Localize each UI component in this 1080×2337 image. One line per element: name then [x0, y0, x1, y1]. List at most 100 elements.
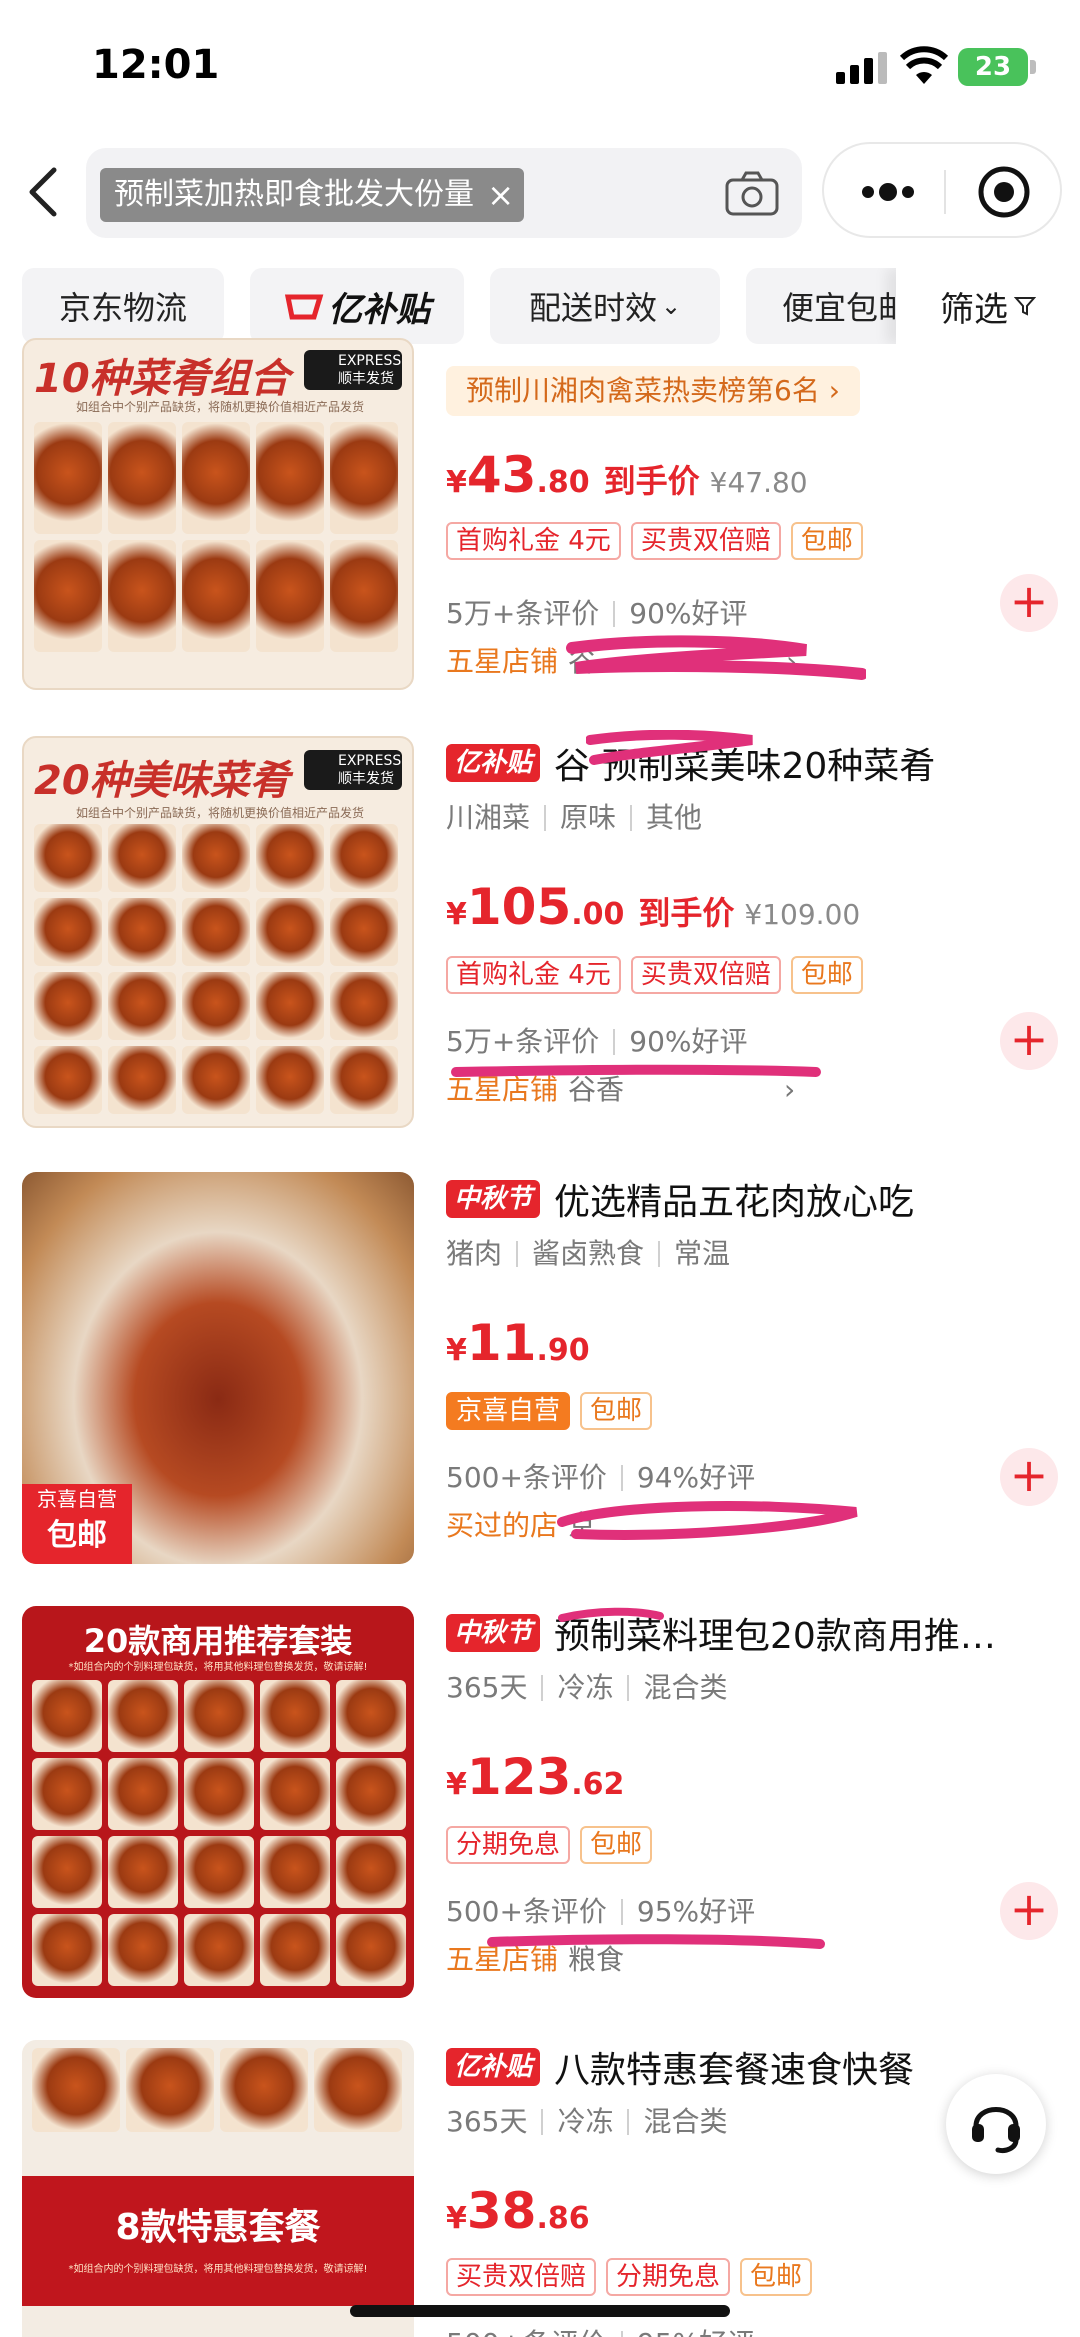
dish-image [330, 898, 398, 966]
final-price-label: 到手价 [603, 462, 700, 500]
dish-image [108, 898, 176, 966]
back-arrow-icon[interactable] [24, 164, 64, 220]
original-price: ¥109.00 [744, 898, 861, 931]
product-card[interactable]: 20种美味菜肴 EXPRESS 顺丰发货 如组合中个别产品缺货，将随机更换价值相… [0, 730, 1080, 1136]
product-thumbnail[interactable]: 20款商用推荐套装 *如组合内的个别料理包缺货，将用其他料理包替换发货，敬请谅解… [22, 1606, 414, 1998]
store-link[interactable]: 五星店铺 谷香 › [446, 1064, 821, 1108]
review-summary: 500+条评价 94%好评 [446, 1456, 755, 1496]
product-title: 中秋节 优选精品五花肉放心吃 [446, 1174, 1046, 1224]
battery-tip [1030, 60, 1036, 74]
redaction-scribble [586, 730, 753, 765]
price-decimal: .00 [571, 897, 625, 932]
review-count: 5万+条评价 [446, 597, 600, 630]
dish-image [108, 1046, 176, 1114]
battery-icon: 23 [958, 48, 1028, 86]
search-query-text: 预制菜加热即食批发大份量 [114, 177, 474, 212]
add-to-cart-button[interactable]: + [1000, 1882, 1058, 1940]
dish-image [182, 898, 250, 966]
store-label: 买过的店 [446, 1509, 559, 1542]
store-link[interactable]: 五星店铺谷 › [446, 635, 866, 680]
filter-yi-subsidy[interactable]: 亿补贴 [250, 268, 464, 344]
product-thumbnail[interactable]: 8款特惠套餐 *如组合内的个别料理包缺货，将用其他料理包替换发货，敬请谅解! [22, 2040, 414, 2337]
price-decimal: .86 [536, 2201, 590, 2236]
price: ¥43.80 到手价 ¥47.80 [446, 446, 808, 504]
dish-image [336, 1914, 406, 1986]
product-title: 中秋节 预制菜料理包20款商用推… [446, 1608, 1046, 1658]
close-mini-program-icon[interactable] [976, 164, 1032, 220]
search-query-chip[interactable]: 预制菜加热即食批发大份量 × [100, 168, 524, 222]
search-input[interactable]: 预制菜加热即食批发大份量 × [86, 148, 802, 238]
product-thumbnail[interactable]: 10种菜肴组合 EXPRESS 顺丰发货 如组合中个别产品缺货，将随机更换价值相… [22, 338, 414, 690]
mini-program-capsule [822, 142, 1062, 238]
dish-image [32, 1914, 102, 1986]
corner-badge-line: 包邮 [47, 1518, 107, 1553]
subsidy-badge: 亿补贴 [446, 744, 541, 782]
filter-bar: 京东物流 亿补贴 配送时效 ⌄ 便宜包邮 筛选 [0, 268, 1080, 344]
dish-image [330, 540, 398, 652]
filter-delivery-time[interactable]: 配送时效 ⌄ [490, 268, 720, 344]
dish-image [34, 422, 102, 534]
product-attributes: 猪肉 酱卤熟食 常温 [446, 1232, 730, 1272]
dish-image [182, 824, 250, 892]
promo-tags: 京喜自营 包邮 [446, 1392, 653, 1430]
sf-express-badge: EXPRESS 顺丰发货 [304, 350, 402, 390]
filter-jd-logistics[interactable]: 京东物流 [22, 268, 224, 344]
price-decimal: .90 [536, 1333, 590, 1368]
dish-image [220, 2048, 308, 2132]
review-count: 500+条评价 [446, 1895, 607, 1928]
dish-image [260, 1914, 330, 1986]
attribute: 猪肉 [446, 1237, 503, 1270]
review-count: 5万+条评价 [446, 1025, 600, 1058]
dish-image [32, 2048, 120, 2132]
dish-image [184, 1836, 254, 1908]
filter-screen-button[interactable]: 筛选 [896, 268, 1080, 344]
redaction-scribble [557, 1501, 858, 1540]
corner-badge-line: 京喜自营 [37, 1487, 117, 1511]
dish-image [34, 1046, 102, 1114]
promo-tag: 包邮 [740, 2258, 813, 2296]
promo-tag: 包邮 [790, 956, 863, 994]
filter-delivery-time-label: 配送时效 [528, 289, 657, 327]
good-rate: 94%好评 [607, 1461, 755, 1494]
price-integer: 105 [466, 878, 572, 936]
store-link[interactable]: 买过的店京 [446, 1501, 858, 1544]
add-to-cart-button[interactable]: + [1000, 1012, 1058, 1070]
product-attributes: 川湘菜 原味 其他 [446, 796, 702, 836]
promo-tag: 首购礼金 4元 [446, 522, 621, 560]
camera-icon[interactable] [724, 170, 780, 218]
thumbnail-note: 如组合中个别产品缺货，将随机更换价值相近产品发货 [75, 806, 364, 820]
product-card[interactable]: 8款特惠套餐 *如组合内的个别料理包缺货，将用其他料理包替换发货，敬请谅解! 亿… [0, 2040, 1080, 2337]
dish-image [182, 540, 250, 652]
product-card[interactable]: 京喜自营 包邮 中秋节 优选精品五花肉放心吃 猪肉 酱卤熟食 常温 ¥11.90 京… [0, 1172, 1080, 1572]
dish-image [32, 1680, 102, 1752]
dish-image [184, 1758, 254, 1830]
product-thumbnail[interactable]: 京喜自营 包邮 [22, 1172, 414, 1564]
product-thumbnail[interactable]: 20种美味菜肴 EXPRESS 顺丰发货 如组合中个别产品缺货，将随机更换价值相… [22, 736, 414, 1128]
attribute: 原味 [530, 801, 616, 834]
dish-image [184, 1680, 254, 1752]
thumbnail-note: *如组合内的个别料理包缺货，将用其他料理包替换发货，敬请谅解! [68, 2264, 368, 2275]
ranking-banner[interactable]: 预制川湘肉禽菜热卖榜第6名 › [446, 366, 860, 416]
product-title-text: 八款特惠套餐速食快餐 [554, 2050, 915, 2091]
price-decimal: .62 [571, 1767, 625, 1802]
dish-image [256, 972, 324, 1040]
thumbnail-title: 20种美味菜肴 [34, 758, 290, 804]
attribute: 冷冻 [527, 1671, 613, 1704]
promo-tags: 首购礼金 4元 买贵双倍赔 包邮 [446, 956, 863, 994]
product-card[interactable]: 10种菜肴组合 EXPRESS 顺丰发货 如组合中个别产品缺货，将随机更换价值相… [0, 338, 1080, 690]
store-link[interactable]: 五星店铺 粮食 [446, 1934, 825, 1978]
dish-image [336, 1680, 406, 1752]
add-to-cart-button[interactable]: + [1000, 574, 1058, 632]
dish-image [108, 1758, 178, 1830]
store-label: 五星店铺 [446, 645, 559, 678]
dish-image [330, 1046, 398, 1114]
customer-service-button[interactable] [946, 2074, 1046, 2174]
chevron-down-icon: ⌄ [660, 292, 682, 320]
add-to-cart-button[interactable]: + [1000, 1448, 1058, 1506]
product-card[interactable]: 20款商用推荐套装 *如组合内的个别料理包缺货，将用其他料理包替换发货，敬请谅解… [0, 1606, 1080, 2006]
dish-image [34, 898, 102, 966]
more-icon[interactable] [858, 174, 918, 210]
promo-tag: 包邮 [580, 1826, 653, 1864]
clear-query-icon[interactable]: × [487, 168, 514, 222]
attribute: 365天 [446, 2105, 528, 2138]
